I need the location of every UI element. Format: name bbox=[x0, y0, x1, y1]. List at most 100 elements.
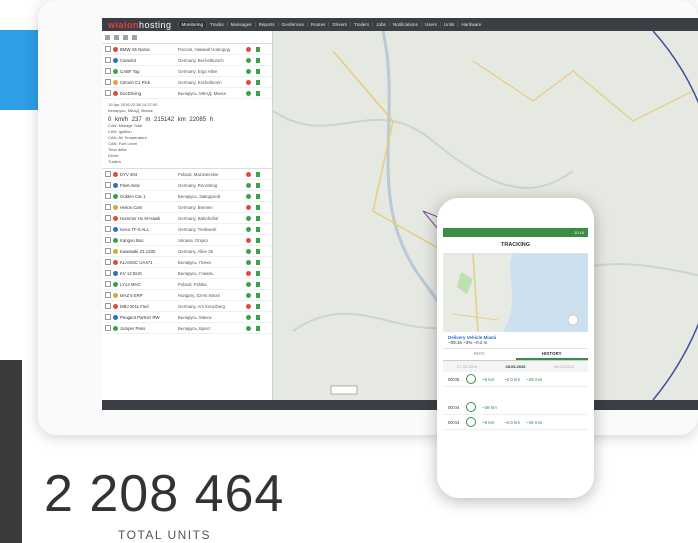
nav-item[interactable]: Drivers bbox=[328, 22, 350, 27]
row-checkbox[interactable] bbox=[105, 193, 111, 199]
date-option[interactable]: 28.04.2016 bbox=[505, 364, 525, 369]
status-icon bbox=[246, 171, 251, 177]
nav-menu: Monitoring Tracks Messages Reports Geofe… bbox=[177, 22, 485, 27]
table-row[interactable]: MBJ 2011 Fuel Germany, Am Kreuzberg bbox=[102, 301, 272, 312]
row-checkbox[interactable] bbox=[105, 270, 111, 276]
unit-icon bbox=[113, 281, 118, 287]
table-row[interactable]: Citroen C1 Pick Germany, Eschelbronn bbox=[102, 77, 272, 88]
settings-icon[interactable] bbox=[132, 34, 137, 40]
sort-icon[interactable] bbox=[114, 34, 119, 40]
app-logo: wialonhosting bbox=[108, 19, 172, 30]
row-checkbox[interactable] bbox=[105, 314, 111, 320]
group-icon[interactable] bbox=[123, 34, 128, 40]
row-checkbox[interactable] bbox=[105, 204, 111, 210]
table-row[interactable]: KV 12 BUS Беларусь, Гомель bbox=[102, 268, 272, 279]
nav-item[interactable]: Geofences bbox=[277, 22, 307, 27]
background-dark-panel bbox=[0, 360, 22, 543]
status-icon bbox=[246, 79, 251, 85]
filter-icon[interactable] bbox=[105, 34, 110, 40]
row-checkbox[interactable] bbox=[105, 226, 111, 232]
date-option[interactable]: 27.04.2016 bbox=[457, 364, 477, 369]
battery-icon bbox=[256, 68, 260, 74]
phone-map-canvas bbox=[443, 254, 579, 332]
nav-item[interactable]: Monitoring bbox=[177, 22, 206, 27]
row-checkbox[interactable] bbox=[105, 171, 111, 177]
unit-icon bbox=[113, 204, 118, 210]
battery-icon bbox=[256, 226, 260, 232]
status-icon bbox=[246, 57, 251, 63]
phone-screen: 10:15 TRACKING Delivery Vehicle Miami ~0… bbox=[443, 228, 588, 482]
battery-icon bbox=[256, 259, 260, 265]
table-row[interactable]: Hummer H1 M-Hawk Germany, Bahnhofstr bbox=[102, 213, 272, 224]
table-row[interactable]: Golden Car 1 Беларусь, Заводской bbox=[102, 191, 272, 202]
row-checkbox[interactable] bbox=[105, 292, 111, 298]
unit-name: LY14 MHC bbox=[120, 281, 141, 287]
nav-item[interactable]: Trailers bbox=[349, 22, 372, 27]
phone-map[interactable] bbox=[443, 254, 588, 332]
table-row[interactable]: DocDriving Беларусь, МКАД, Минск bbox=[102, 88, 272, 99]
nav-item[interactable]: Users bbox=[420, 22, 440, 27]
row-checkbox[interactable] bbox=[105, 79, 111, 85]
date-option[interactable]: 29.04.2016 bbox=[554, 364, 574, 369]
unit-name: Citroen C1 Pick bbox=[120, 79, 150, 85]
row-checkbox[interactable] bbox=[105, 259, 111, 265]
entry-duration: ~28 min bbox=[526, 376, 543, 382]
nav-item[interactable]: Jobs bbox=[372, 22, 389, 27]
nav-item[interactable]: Routes bbox=[306, 22, 329, 27]
nav-item[interactable]: Reports bbox=[254, 22, 278, 27]
status-icon bbox=[246, 226, 251, 232]
row-checkbox[interactable] bbox=[105, 90, 111, 96]
table-row[interactable]: Fleet Aktiv Germany, Rennsteig bbox=[102, 180, 272, 191]
battery-icon bbox=[256, 46, 260, 52]
table-row[interactable]: Kawasaki Z1 1200 Germany, Allee 39 bbox=[102, 246, 272, 257]
table-row[interactable]: Kangoo Bus Ukraine, Dnipro bbox=[102, 235, 272, 246]
row-checkbox[interactable] bbox=[105, 46, 111, 52]
history-entry[interactable]: 00:00 ~6 km ~2.0 km ~28 min bbox=[443, 372, 588, 387]
nav-item[interactable]: Units bbox=[439, 22, 457, 27]
tab-info[interactable]: INFO bbox=[443, 349, 516, 360]
table-row[interactable]: MAZ 5 ERP Hungary, Szent Istvan bbox=[102, 290, 272, 301]
tab-history[interactable]: HISTORY bbox=[515, 349, 588, 360]
table-row[interactable]: Peugeot Partner RW Беларусь, Минск bbox=[102, 312, 272, 323]
row-checkbox[interactable] bbox=[105, 281, 111, 287]
unit-location: Germany, Bremen bbox=[178, 204, 213, 210]
row-checkbox[interactable] bbox=[105, 215, 111, 221]
table-row[interactable]: CABF Tag Germany, Ergo Allee bbox=[102, 66, 272, 77]
nav-item[interactable]: Notifications bbox=[388, 22, 421, 27]
table-row[interactable]: DYV 404 Poland, Mazowieckie bbox=[102, 169, 272, 180]
unit-list: DYV 404 Poland, Mazowieckie Fleet Aktiv Ger… bbox=[102, 169, 272, 334]
phone-vehicle-card[interactable]: Delivery Vehicle Miami ~09:16 ~3% ~0.2 m bbox=[443, 332, 588, 349]
table-row[interactable]: BMW X6 Narva Россия, Нижний Новгород bbox=[102, 44, 272, 55]
table-row[interactable]: Helios Cars Germany, Bremen bbox=[102, 202, 272, 213]
row-checkbox[interactable] bbox=[105, 68, 111, 74]
unit-icon bbox=[113, 259, 118, 265]
table-row[interactable]: Jumper Paris Беларусь, Брест bbox=[102, 323, 272, 334]
row-checkbox[interactable] bbox=[105, 57, 111, 63]
battery-icon bbox=[256, 79, 260, 85]
unit-name: Jumper Paris bbox=[120, 325, 146, 331]
table-row[interactable]: Camelot Germany, Bechelbursch bbox=[102, 55, 272, 66]
row-checkbox[interactable] bbox=[105, 248, 111, 254]
row-checkbox[interactable] bbox=[105, 182, 111, 188]
table-row[interactable]: Iveco TF-5 ALL Germany, Triebwerk bbox=[102, 224, 272, 235]
vehicle-stats: ~09:16 ~3% ~0.2 m bbox=[448, 340, 488, 345]
nav-item[interactable]: Messages bbox=[226, 22, 255, 27]
status-icon bbox=[246, 204, 251, 210]
entry-value: ~38 km bbox=[482, 404, 497, 410]
unit-location: Беларусь, МКАД, Минск bbox=[178, 90, 226, 96]
history-entry[interactable]: 00:04 ~38 km bbox=[443, 400, 588, 415]
row-checkbox[interactable] bbox=[105, 325, 111, 331]
nav-item[interactable]: Tracks bbox=[206, 22, 227, 27]
total-units-label: TOTAL UNITS bbox=[118, 528, 211, 542]
unit-location: Poland, Mazowieckie bbox=[178, 171, 219, 177]
unit-icon bbox=[113, 46, 118, 52]
table-row[interactable]: LY14 MHC Poland, Polska bbox=[102, 279, 272, 290]
unit-icon bbox=[113, 193, 118, 199]
battery-icon bbox=[256, 237, 260, 243]
row-checkbox[interactable] bbox=[105, 303, 111, 309]
row-checkbox[interactable] bbox=[105, 237, 111, 243]
status-icon bbox=[246, 237, 251, 243]
nav-item[interactable]: Hardware bbox=[457, 22, 484, 27]
history-entry[interactable]: 00:04 ~8 km ~0.6 km ~46 min bbox=[443, 415, 588, 430]
table-row[interactable]: KLASSIC UA471 Беларусь, Пинск bbox=[102, 257, 272, 268]
